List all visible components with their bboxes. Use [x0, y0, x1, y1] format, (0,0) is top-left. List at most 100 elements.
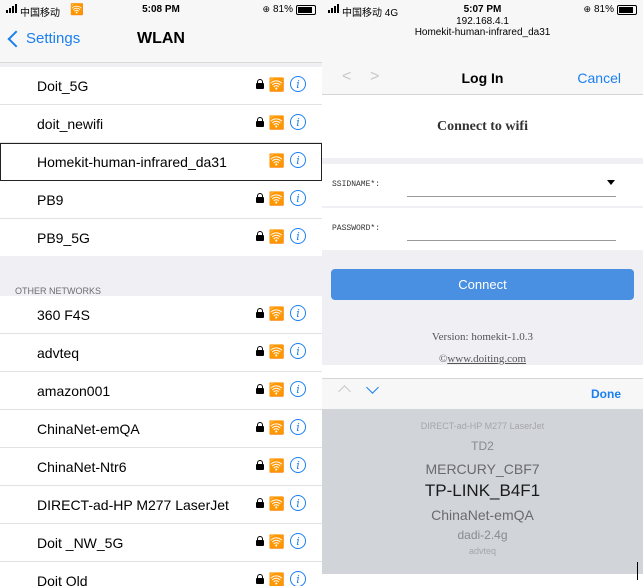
portal-ip: 192.168.4.1 [456, 16, 509, 27]
network-icons: 🛜 i [255, 571, 306, 586]
network-row[interactable]: doit_newifi 🛜 i [0, 105, 322, 143]
network-row[interactable]: Homekit-human-infrared_da31 🛜 i [0, 143, 322, 181]
wifi-signal-icon: 🛜 [268, 76, 285, 92]
picker-option-selected[interactable]: TP-LINK_B4F1 [322, 481, 643, 501]
network-icons: 🛜 i [255, 76, 306, 92]
ssid-picker-wheel[interactable]: DIRECT-ad-HP M277 LaserJet TD2 MERCURY_CBF… [322, 409, 643, 574]
wifi-signal-icon: 🛜 [268, 457, 285, 473]
network-name: Doit_5G [37, 78, 89, 94]
network-row[interactable]: advteq 🛜 i [0, 334, 322, 372]
network-row[interactable]: ChinaNet-Ntr6 🛜 i [0, 448, 322, 486]
connect-button[interactable]: Connect [331, 269, 634, 300]
network-row[interactable]: Doit Old 🛜 i [0, 562, 322, 586]
info-icon[interactable]: i [290, 457, 306, 473]
info-icon[interactable]: i [290, 76, 306, 92]
network-name: amazon001 [37, 383, 111, 399]
network-row[interactable]: Doit _NW_5G 🛜 i [0, 524, 322, 562]
picker-option[interactable]: DIRECT-ad-HP M277 LaserJet [322, 421, 643, 431]
network-row[interactable]: DIRECT-ad-HP M277 LaserJet 🛜 i [0, 486, 322, 524]
lock-icon [255, 536, 264, 546]
lock-icon [255, 79, 264, 89]
lock-icon [255, 308, 264, 318]
lock-icon [255, 117, 264, 127]
picker-option[interactable]: MERCURY_CBF7 [322, 461, 643, 477]
network-row[interactable]: ChinaNet-emQA 🛜 i [0, 410, 322, 448]
info-icon[interactable]: i [290, 343, 306, 359]
network-icons: 🛜 i [255, 419, 306, 435]
network-icons: 🛜 i [255, 114, 306, 130]
password-input[interactable] [407, 240, 616, 241]
network-row[interactable]: 360 F4S 🛜 i [0, 296, 322, 334]
lock-icon [255, 422, 264, 432]
network-name: PB9_5G [37, 230, 90, 246]
network-row[interactable]: PB9 🛜 i [0, 181, 322, 219]
network-icons: 🛜 i [255, 381, 306, 397]
info-icon[interactable]: i [290, 114, 306, 130]
info-icon[interactable]: i [290, 152, 306, 168]
wifi-signal-icon: 🛜 [268, 419, 285, 435]
network-row[interactable]: amazon001 🛜 i [0, 372, 322, 410]
captive-portal-screen: 中国移动 4G 5:07 PM ⊕ 81% 192.168.4.1 Homeki… [322, 0, 643, 586]
status-bar: 中国移动 🛜 5:08 PM ⊕ 81% [0, 0, 322, 19]
lock-icon [255, 346, 264, 356]
picker-option[interactable]: ChinaNet-emQA [322, 507, 643, 523]
portal-header: 中国移动 4G 5:07 PM ⊕ 81% 192.168.4.1 Homeki… [322, 0, 643, 60]
wifi-signal-icon: 🛜 [268, 228, 285, 244]
network-icons: 🛜 i [255, 228, 306, 244]
wifi-signal-icon: 🛜 [268, 571, 285, 586]
info-icon[interactable]: i [290, 228, 306, 244]
network-name: Doit Old [37, 573, 88, 586]
network-name: 360 F4S [37, 307, 90, 323]
info-icon[interactable]: i [290, 419, 306, 435]
lock-icon [255, 231, 264, 241]
info-icon[interactable]: i [290, 190, 306, 206]
network-name: DIRECT-ad-HP M277 LaserJet [37, 497, 229, 513]
battery-indicator: ⊕ 81% [262, 4, 316, 15]
ssid-underline [407, 196, 616, 197]
alarm-icon: ⊕ [262, 4, 270, 14]
dropdown-caret-icon[interactable] [607, 180, 615, 185]
lock-icon [255, 193, 264, 203]
lock-icon [255, 384, 264, 394]
done-button[interactable]: Done [591, 387, 621, 401]
info-icon[interactable]: i [290, 381, 306, 397]
section-header-label: OTHER NETWORKS [15, 286, 102, 296]
connect-form: Connect to wifi SSIDNAME*: PASSWORD*: Co… [322, 95, 643, 365]
network-icons: 🛜 i [269, 152, 306, 168]
password-row: PASSWORD*: [322, 208, 643, 250]
network-name: Doit _NW_5G [37, 535, 124, 551]
picker-option[interactable]: advteq [322, 546, 643, 556]
wifi-signal-icon: 🛜 [268, 495, 285, 511]
info-icon[interactable]: i [290, 533, 306, 549]
cancel-button[interactable]: Cancel [577, 70, 621, 86]
portal-host: Homekit-human-infrared_da31 [414, 27, 551, 38]
info-icon[interactable]: i [290, 495, 306, 511]
portal-nav-bar: < > Log In Cancel [322, 60, 643, 95]
page-title: WLAN [137, 30, 185, 47]
network-list-other: 360 F4S 🛜 i advteq 🛜 i amazon001 🛜 i ChinaNet-emQ… [0, 296, 322, 586]
alarm-icon: ⊕ [583, 4, 591, 14]
battery-icon [296, 4, 316, 15]
chevron-up-icon[interactable] [338, 385, 351, 398]
wifi-signal-icon: 🛜 [268, 343, 285, 359]
network-name: ChinaNet-Ntr6 [37, 459, 127, 475]
info-icon[interactable]: i [290, 571, 306, 586]
network-icons: 🛜 i [255, 343, 306, 359]
picker-option[interactable]: dadi-2.4g [322, 528, 643, 542]
battery-percent: 81% [593, 4, 614, 15]
battery-percent: 81% [272, 4, 293, 15]
chevron-down-icon[interactable] [366, 381, 379, 394]
wifi-signal-icon: 🛜 [268, 190, 285, 206]
network-row[interactable]: PB9_5G 🛜 i [0, 219, 322, 256]
network-name: PB9 [37, 192, 64, 208]
wifi-signal-icon: 🛜 [268, 533, 285, 549]
network-icons: 🛜 i [255, 495, 306, 511]
form-title: Connect to wifi [322, 95, 643, 158]
picker-option[interactable]: TD2 [322, 439, 643, 453]
network-icons: 🛜 i [255, 190, 306, 206]
info-icon[interactable]: i [290, 305, 306, 321]
site-link[interactable]: www.doiting.com [447, 353, 526, 365]
network-row[interactable]: Doit_5G 🛜 i [0, 67, 322, 105]
network-icons: 🛜 i [255, 305, 306, 321]
network-icons: 🛜 i [255, 533, 306, 549]
